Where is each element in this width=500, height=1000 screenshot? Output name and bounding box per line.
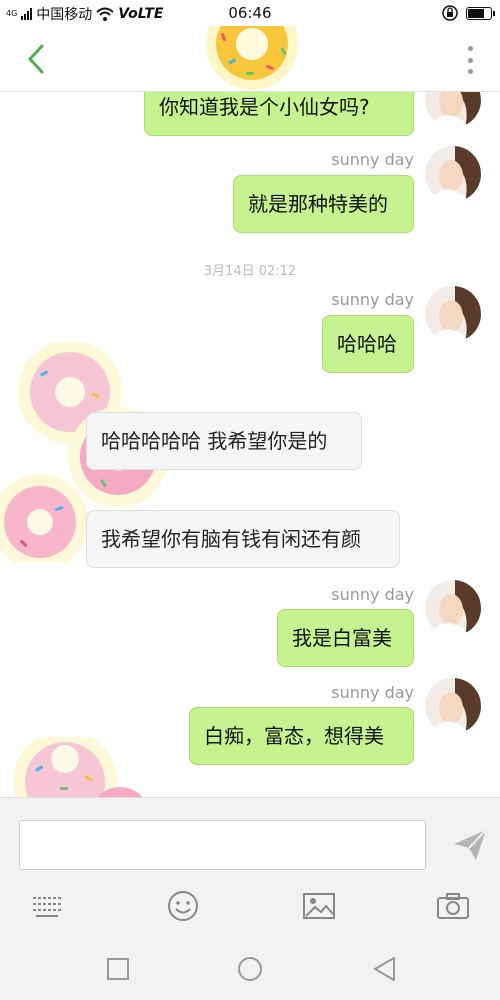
sender-name: sunny day bbox=[331, 585, 414, 604]
rotation-lock-icon bbox=[442, 5, 458, 21]
more-vertical-icon[interactable] bbox=[466, 46, 474, 74]
donut-icon bbox=[206, 26, 298, 90]
peer-avatar[interactable] bbox=[0, 737, 170, 797]
message-bubble-sent[interactable]: 我是白富美 bbox=[277, 609, 414, 667]
chevron-left-icon[interactable] bbox=[22, 42, 52, 76]
my-avatar[interactable] bbox=[425, 286, 481, 342]
contact-avatar[interactable] bbox=[200, 26, 310, 92]
sender-name: sunny day bbox=[331, 683, 414, 702]
timestamp: 3月14日 02:12 bbox=[203, 264, 297, 279]
donut-icon bbox=[13, 737, 143, 797]
my-avatar[interactable] bbox=[425, 678, 481, 734]
message-bubble-received[interactable]: 我希望你有脑有钱有闲还有颜 bbox=[86, 510, 400, 568]
chat-area[interactable]: 你知道我是个小仙女吗? sunny day 就是那种特美的 3月14日 02:1… bbox=[0, 92, 500, 797]
keyboard-icon[interactable] bbox=[30, 890, 64, 922]
my-avatar bbox=[425, 92, 481, 128]
recent-apps-icon[interactable] bbox=[104, 955, 132, 983]
emoji-icon[interactable] bbox=[166, 890, 200, 922]
my-avatar[interactable] bbox=[425, 146, 481, 202]
message-input[interactable] bbox=[19, 820, 426, 870]
sender-name: sunny day bbox=[331, 290, 414, 309]
status-bar: 4G 中国移动 VoLTE 06:46 bbox=[0, 0, 500, 26]
system-nav-bar bbox=[0, 937, 500, 1000]
clock: 06:46 bbox=[228, 4, 272, 22]
input-area bbox=[0, 797, 500, 937]
message-bubble-sent[interactable]: 白痴，富态，想得美 bbox=[189, 707, 414, 765]
message-bubble-sent[interactable]: 就是那种特美的 bbox=[233, 175, 414, 233]
chat-header bbox=[0, 26, 500, 92]
message-bubble-received[interactable]: 哈哈哈哈哈 我希望你是的 bbox=[86, 412, 362, 470]
back-triangle-icon[interactable] bbox=[370, 955, 398, 983]
home-icon[interactable] bbox=[236, 955, 264, 983]
message-bubble-sent[interactable]: 哈哈哈 bbox=[322, 315, 414, 373]
sender-name: sunny day bbox=[331, 150, 414, 169]
image-icon[interactable] bbox=[302, 890, 336, 922]
camera-icon[interactable] bbox=[436, 890, 470, 922]
battery-icon bbox=[466, 6, 495, 20]
send-icon[interactable] bbox=[452, 828, 488, 862]
my-avatar[interactable] bbox=[425, 580, 481, 636]
message-bubble-sent[interactable]: 你知道我是个小仙女吗? bbox=[144, 92, 414, 136]
